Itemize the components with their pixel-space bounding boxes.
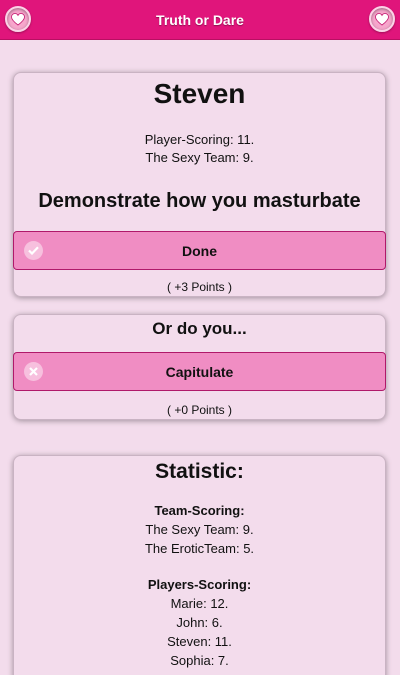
dare-card: Steven Player-Scoring: 11. The Sexy Team… [13,72,386,297]
team-score-item: The Sexy Team: 9. [145,522,254,537]
player-score-item: Marie: 12. [170,596,229,611]
players-scoring-heading: Players-Scoring: [147,577,252,592]
heart-menu-button[interactable] [5,6,31,32]
done-button-label: Done [182,242,217,259]
statistic-card: Statistic: Team-Scoring: The Sexy Team: … [13,455,386,675]
player-score: Player-Scoring: 11. [144,132,255,147]
team-score: The Sexy Team: 9. [145,150,254,165]
dare-text: Demonstrate how you masturbate [38,190,361,212]
heart-options-button[interactable] [369,6,395,32]
close-icon [24,362,43,381]
team-score-item: The EroticTeam: 5. [144,541,255,556]
player-score-item: Sophia: 7. [170,653,229,668]
capitulate-button-label: Capitulate [165,363,234,380]
alternative-card: Or do you... Capitulate ( +0 Points ) [13,314,386,420]
page-title: Truth or Dare [156,11,244,28]
capitulate-points: ( +0 Points ) [166,403,233,417]
player-score-item: Steven: 11. [167,634,232,649]
done-button[interactable]: Done [13,231,386,270]
heart-icon [11,12,25,26]
header-bar: Truth or Dare [0,0,400,40]
team-scoring-heading: Team-Scoring: [154,503,245,518]
statistic-title: Statistic: [155,460,244,483]
alternative-title: Or do you... [152,319,247,338]
check-icon [24,241,43,260]
heart-icon [375,12,389,26]
capitulate-button[interactable]: Capitulate [13,352,386,391]
done-points: ( +3 Points ) [166,280,233,294]
player-name: Steven [153,78,246,109]
player-score-item: John: 6. [176,615,223,630]
